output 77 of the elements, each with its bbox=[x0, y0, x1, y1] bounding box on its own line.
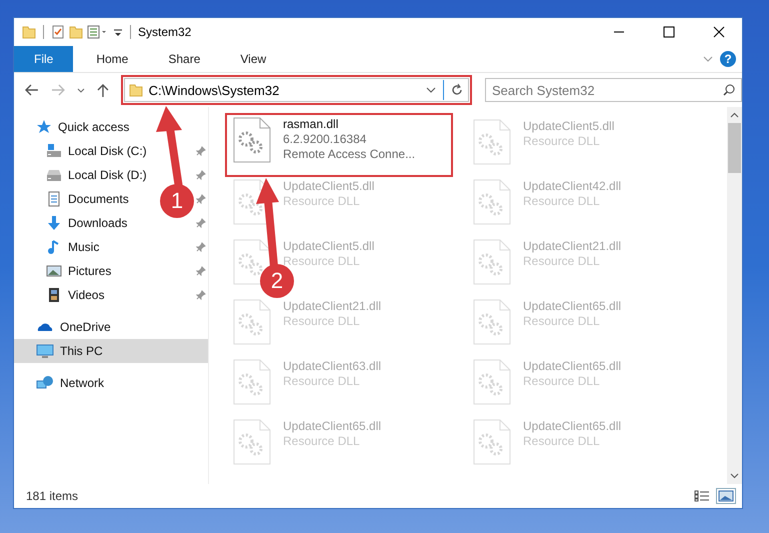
file-detail: Resource DLL bbox=[523, 194, 601, 209]
file-detail: Remote Access Conne... bbox=[283, 147, 416, 162]
download-icon bbox=[46, 215, 62, 231]
forward-icon[interactable] bbox=[50, 83, 66, 97]
file-detail: Resource DLL bbox=[283, 314, 361, 329]
picture-icon bbox=[46, 263, 62, 279]
refresh-icon[interactable] bbox=[450, 83, 464, 97]
properties-icon[interactable] bbox=[87, 25, 109, 39]
back-icon[interactable] bbox=[24, 83, 40, 97]
sidebar-item[interactable]: This PC bbox=[14, 339, 208, 363]
sidebar-item[interactable]: Network bbox=[14, 371, 208, 395]
pin-icon[interactable] bbox=[196, 290, 206, 300]
address-path: C:\Windows\System32 bbox=[148, 82, 280, 98]
sidebar-item[interactable]: Pictures bbox=[68, 264, 112, 278]
sidebar-item[interactable]: OneDrive bbox=[14, 315, 208, 339]
sidebar-item[interactable]: Local Disk (D:) bbox=[68, 168, 147, 182]
file-gear-icon bbox=[473, 119, 511, 165]
pin-icon[interactable] bbox=[196, 266, 206, 276]
file-detail: Resource DLL bbox=[523, 374, 601, 389]
film-icon bbox=[46, 287, 62, 303]
document-icon bbox=[46, 191, 62, 207]
file-detail: Resource DLL bbox=[523, 134, 601, 149]
file-gear-icon bbox=[233, 117, 271, 163]
address-bar[interactable]: C:\Windows\System32 bbox=[124, 78, 469, 102]
pin-icon[interactable] bbox=[196, 146, 206, 156]
ribbon-tab[interactable]: View bbox=[223, 46, 284, 72]
file-name[interactable]: rasman.dll bbox=[283, 117, 416, 132]
details-view-button[interactable] bbox=[692, 488, 712, 504]
file-detail: Resource DLL bbox=[523, 254, 601, 269]
help-button[interactable]: ? bbox=[720, 51, 736, 67]
file-gear-icon bbox=[473, 419, 511, 465]
item-count: 181 items bbox=[26, 489, 78, 503]
folder-icon bbox=[128, 83, 143, 97]
sidebar-item[interactable]: Local Disk (C:) bbox=[68, 144, 147, 158]
scrollbar-thumb[interactable] bbox=[728, 123, 741, 173]
file-detail: Resource DLL bbox=[283, 434, 361, 449]
ribbon-tab[interactable]: Home bbox=[79, 46, 146, 72]
pin-icon[interactable] bbox=[196, 194, 206, 204]
folder-icon[interactable] bbox=[22, 25, 36, 39]
file-tab[interactable]: File bbox=[14, 46, 74, 72]
drive-icon bbox=[46, 143, 62, 159]
file-gear-icon bbox=[473, 239, 511, 285]
file-gear-icon bbox=[233, 239, 271, 285]
scrollbar[interactable] bbox=[727, 107, 742, 484]
checklist-icon[interactable] bbox=[51, 25, 65, 39]
file-gear-icon bbox=[233, 419, 271, 465]
sidebar-item[interactable]: Quick access bbox=[14, 115, 208, 139]
large-icons-view-button[interactable] bbox=[716, 488, 736, 504]
file-gear-icon bbox=[473, 359, 511, 405]
file-detail: Resource DLL bbox=[283, 374, 361, 389]
file-gear-icon bbox=[473, 179, 511, 225]
monitor-icon bbox=[36, 343, 54, 359]
folder-icon[interactable] bbox=[69, 25, 83, 39]
window-title: System32 bbox=[138, 25, 192, 39]
star-icon bbox=[36, 119, 52, 135]
network-icon bbox=[36, 375, 54, 391]
file-detail: Resource DLL bbox=[283, 194, 361, 209]
sidebar-item[interactable]: Music bbox=[68, 240, 100, 254]
up-arrow-icon[interactable] bbox=[96, 82, 110, 98]
sidebar-item[interactable]: Documents bbox=[68, 192, 129, 206]
pin-icon[interactable] bbox=[196, 170, 206, 180]
pin-icon[interactable] bbox=[196, 242, 206, 252]
sidebar-item[interactable]: Downloads bbox=[68, 216, 128, 230]
chevron-down-icon[interactable] bbox=[424, 85, 437, 95]
pin-icon[interactable] bbox=[196, 218, 206, 228]
file-gear-icon bbox=[233, 359, 271, 405]
drive-icon bbox=[46, 167, 62, 183]
search-icon[interactable] bbox=[722, 83, 736, 97]
ribbon-tab[interactable]: Share bbox=[151, 46, 218, 72]
file-gear-icon bbox=[233, 299, 271, 345]
sidebar-item[interactable]: Videos bbox=[68, 288, 104, 302]
file-gear-icon bbox=[473, 299, 511, 345]
file-detail: Resource DLL bbox=[523, 434, 601, 449]
highlighted-file[interactable]: rasman.dll 6.2.9200.16384 Remote Access Conne... bbox=[227, 115, 451, 175]
file-detail: 6.2.9200.16384 bbox=[283, 132, 368, 147]
file-detail: Resource DLL bbox=[523, 314, 601, 329]
search-field[interactable]: Search System32 bbox=[484, 78, 742, 102]
